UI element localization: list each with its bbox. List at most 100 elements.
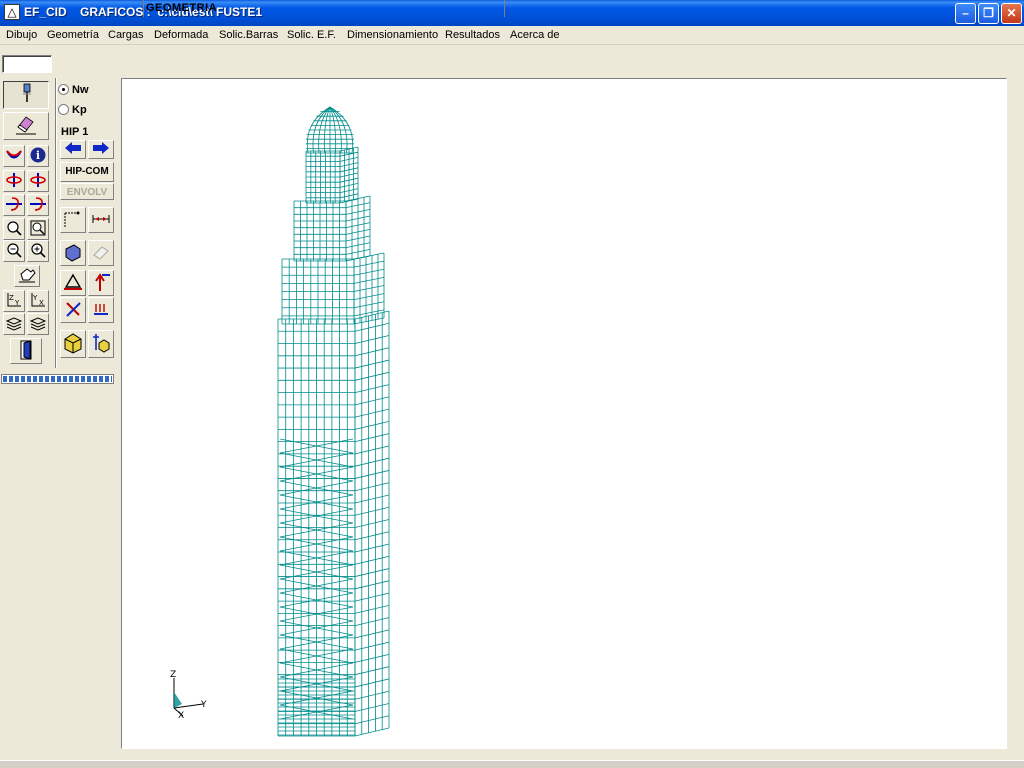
- axis-triad: Z X Y: [165, 670, 215, 722]
- eraser-disabled-icon: [93, 246, 109, 260]
- menu-acerca-de[interactable]: Acerca de: [510, 29, 560, 41]
- measure-button[interactable]: [88, 207, 114, 233]
- layers-alt-icon: [29, 317, 47, 331]
- axes-button[interactable]: [60, 297, 86, 323]
- menu-dibujo[interactable]: Dibujo: [6, 29, 37, 41]
- axes-icon: [66, 302, 81, 317]
- axis-x-label: X: [178, 711, 185, 721]
- svg-text:X: X: [39, 299, 44, 307]
- status-segment-1: [0, 0, 144, 17]
- load-arrow-button[interactable]: [88, 270, 114, 296]
- zoom-out-icon: [7, 243, 22, 258]
- solid-3d-button[interactable]: [60, 330, 86, 358]
- rotate-x-button[interactable]: [3, 170, 25, 192]
- solid-3d-icon: [64, 333, 82, 354]
- section-icon: [93, 334, 110, 353]
- radio-nw-dot[interactable]: [58, 84, 69, 95]
- radio-kp-dot[interactable]: [58, 104, 69, 115]
- zoom-window-button[interactable]: [3, 218, 25, 240]
- radio-nw-label: Nw: [72, 84, 89, 96]
- svg-text:Z: Z: [9, 294, 14, 302]
- hypothesis-prev-button[interactable]: [60, 140, 86, 159]
- window-bottom-border: [0, 760, 1024, 768]
- zoom-in-icon: [31, 243, 46, 258]
- progress-bar: [1, 374, 114, 384]
- pan-icon: [19, 268, 36, 283]
- menu-cargas[interactable]: Cargas: [108, 29, 143, 41]
- menu-solic-ef[interactable]: Solic. E.F.: [287, 29, 336, 41]
- node-dim-icon: [64, 211, 80, 227]
- menu-deformada[interactable]: Deformada: [154, 29, 208, 41]
- envolv-button[interactable]: ENVOLV: [60, 183, 114, 200]
- node-dim-button[interactable]: [60, 207, 86, 233]
- progress-fill: [3, 376, 112, 382]
- deformed-icon: [6, 150, 22, 159]
- minimize-button[interactable]: –: [955, 3, 976, 24]
- hypothesis-next-button[interactable]: [88, 140, 114, 159]
- svg-text:Y: Y: [32, 294, 38, 302]
- zoom-out-button[interactable]: [3, 240, 25, 262]
- load-arrow-icon: [95, 273, 110, 291]
- hip-com-button[interactable]: HIP-COM: [60, 162, 114, 182]
- menu-resultados[interactable]: Resultados: [445, 29, 500, 41]
- menu-geometria[interactable]: Geometría: [47, 29, 99, 41]
- section-button[interactable]: [88, 330, 114, 358]
- svg-text:Y: Y: [14, 299, 20, 307]
- rotate-z-right-icon: [30, 197, 46, 211]
- info-button[interactable]: i: [27, 145, 49, 167]
- layers-icon: [5, 317, 23, 331]
- view-yx-button[interactable]: YX: [27, 290, 49, 312]
- view-zy-icon: ZY: [7, 293, 21, 307]
- measure-icon: [92, 215, 110, 223]
- menu-solic-barras[interactable]: Solic.Barras: [219, 29, 278, 41]
- info-icon: i: [30, 147, 46, 163]
- close-button[interactable]: ✕: [1001, 3, 1022, 24]
- element-button[interactable]: [60, 240, 86, 266]
- axis-z-label: Z: [170, 670, 177, 680]
- eraser-disabled-button[interactable]: [88, 240, 114, 266]
- zoom-window-icon: [7, 221, 22, 236]
- exit-icon: [20, 340, 32, 360]
- rotate-z-left-icon: [6, 197, 22, 211]
- pointer-tool-button[interactable]: [3, 81, 49, 109]
- support-icon: [64, 273, 82, 290]
- svg-text:i: i: [36, 149, 40, 162]
- rotate-z-left-button[interactable]: [3, 194, 25, 216]
- radio-kp-label: Kp: [72, 104, 87, 116]
- status-fields: GEOMETRIA: [0, 0, 713, 19]
- zoom-fit-icon: [30, 220, 46, 236]
- exit-button[interactable]: [10, 338, 42, 364]
- drawing-canvas[interactable]: [121, 78, 1007, 749]
- deformed-button[interactable]: [3, 145, 25, 167]
- restore-button[interactable]: ❐: [978, 3, 999, 24]
- distributed-load-button[interactable]: [88, 297, 114, 323]
- zoom-in-button[interactable]: [27, 240, 49, 262]
- radio-kp[interactable]: Kp: [58, 104, 87, 116]
- eraser-tool-button[interactable]: [3, 112, 49, 140]
- layers-button[interactable]: [3, 313, 25, 335]
- view-zy-button[interactable]: ZY: [3, 290, 25, 312]
- menu-dimensionamiento[interactable]: Dimensionamiento: [347, 29, 438, 41]
- view-yx-icon: YX: [31, 293, 45, 307]
- hypothesis-label: HIP 1: [61, 126, 89, 138]
- arrow-left-icon: [65, 142, 81, 154]
- eraser-icon: [16, 116, 36, 135]
- rotate-y-button[interactable]: [27, 170, 49, 192]
- axis-y-label: Y: [201, 700, 207, 710]
- arrow-right-icon: [93, 142, 109, 154]
- support-button[interactable]: [60, 270, 86, 296]
- status-segment-2: [144, 0, 505, 17]
- rotate-y-icon: [30, 173, 46, 187]
- distributed-load-icon: [94, 304, 108, 315]
- zoom-fit-button[interactable]: [27, 218, 49, 240]
- status-segment-3: [505, 0, 711, 17]
- radio-nw[interactable]: Nw: [58, 84, 89, 96]
- command-input[interactable]: [2, 55, 52, 73]
- layers-alt-button[interactable]: [27, 313, 49, 335]
- rotate-z-right-button[interactable]: [27, 194, 49, 216]
- tower-mesh: [277, 106, 390, 737]
- mesh-lines: [277, 106, 390, 737]
- pan-button[interactable]: [14, 265, 40, 287]
- menu-bar: Dibujo Geometría Cargas Deformada Solic.…: [0, 26, 1024, 45]
- pointer-icon: [23, 83, 31, 102]
